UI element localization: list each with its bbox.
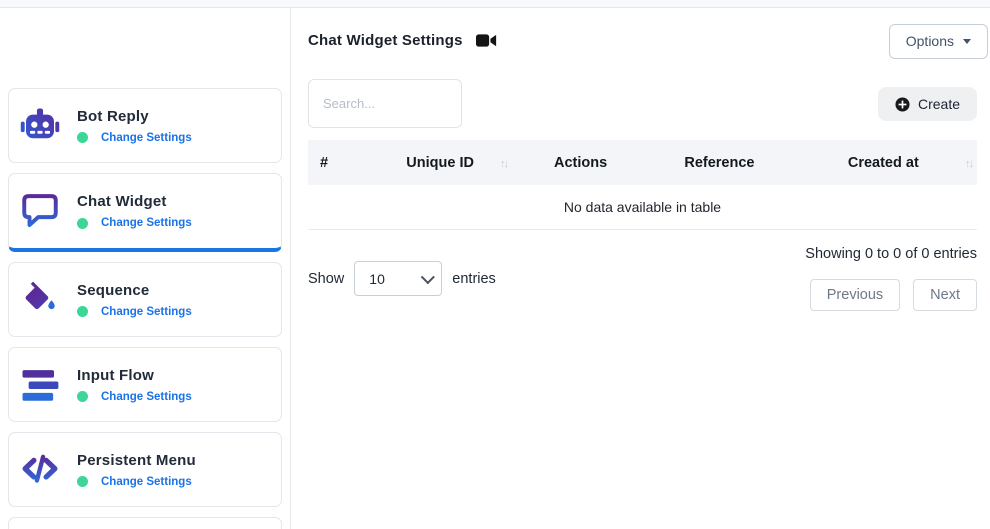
main-header: Chat Widget Settings Options	[308, 25, 977, 59]
paint-bucket-icon	[19, 279, 61, 321]
table-empty-message: No data available in table	[308, 185, 977, 230]
sidebar-card-title: Persistent Menu	[77, 452, 196, 469]
sort-icon[interactable]: ↑↓	[500, 158, 507, 170]
list-bars-icon	[19, 364, 61, 406]
options-button[interactable]: Options	[889, 24, 988, 59]
data-table: # Unique ID ↑↓ Actions Reference Created…	[308, 140, 977, 230]
sidebar-card-title: Sequence	[77, 282, 192, 299]
sidebar-card-text: Sequence Change Settings	[77, 282, 192, 318]
change-settings-link[interactable]: Change Settings	[101, 217, 192, 229]
entries-label: entries	[452, 271, 496, 287]
table-toolbar: Create	[308, 79, 977, 128]
page-size-control: Show 10 entries	[308, 246, 496, 311]
sidebar-card-text: Input Flow Change Settings	[77, 367, 192, 403]
entries-summary: Showing 0 to 0 of 0 entries	[805, 246, 977, 262]
next-page-button[interactable]: Next	[913, 279, 977, 311]
status-dot	[77, 132, 88, 143]
main-panel: Chat Widget Settings Options	[291, 8, 990, 529]
column-header-unique-id[interactable]: Unique ID ↑↓	[368, 155, 512, 171]
column-header-actions: Actions	[512, 155, 649, 171]
sidebar-card-text: Bot Reply Change Settings	[77, 108, 192, 144]
sort-icon[interactable]: ↑↓	[965, 158, 972, 170]
plus-circle-icon	[895, 97, 910, 112]
show-label: Show	[308, 271, 344, 287]
status-dot	[77, 306, 88, 317]
chevron-down-icon	[963, 39, 971, 44]
options-button-label: Options	[906, 33, 954, 49]
search-input[interactable]	[308, 79, 462, 128]
video-camera-icon	[476, 33, 497, 48]
column-header-number: #	[308, 155, 368, 171]
pagination: Previous Next	[810, 279, 977, 311]
table-header-row: # Unique ID ↑↓ Actions Reference Created…	[308, 140, 977, 185]
page-size-select[interactable]: 10	[354, 261, 442, 296]
column-header-created-at[interactable]: Created at ↑↓	[790, 155, 977, 171]
change-settings-link[interactable]: Change Settings	[101, 132, 192, 144]
change-settings-link[interactable]: Change Settings	[101, 476, 192, 488]
sidebar-card-sequence[interactable]: Sequence Change Settings	[8, 262, 282, 337]
previous-page-button[interactable]: Previous	[810, 279, 900, 311]
sidebar-card-text: Chat Widget Change Settings	[77, 193, 192, 229]
sidebar-card-text: Persistent Menu Change Settings	[77, 452, 196, 488]
robot-icon	[19, 105, 61, 147]
status-dot	[77, 391, 88, 402]
change-settings-link[interactable]: Change Settings	[101, 391, 192, 403]
sidebar-card-persistent-menu[interactable]: Persistent Menu Change Settings	[8, 432, 282, 507]
status-dot	[77, 476, 88, 487]
sidebar-card-title: Bot Reply	[77, 108, 192, 125]
sidebar-card-title: Chat Widget	[77, 193, 192, 210]
sidebar: Bot Reply Change Settings Chat Widget	[0, 8, 291, 529]
top-bar	[0, 0, 990, 8]
sidebar-card-input-flow[interactable]: Input Flow Change Settings	[8, 347, 282, 422]
create-button-label: Create	[918, 96, 960, 112]
sidebar-card[interactable]	[8, 517, 282, 529]
column-header-reference: Reference	[649, 155, 789, 171]
status-dot	[77, 218, 88, 229]
change-settings-link[interactable]: Change Settings	[101, 306, 192, 318]
code-icon	[19, 449, 61, 491]
sidebar-card-title: Input Flow	[77, 367, 192, 384]
sidebar-card-chat-widget[interactable]: Chat Widget Change Settings	[8, 173, 282, 252]
page-title: Chat Widget Settings	[308, 32, 463, 49]
page-layout: Bot Reply Change Settings Chat Widget	[0, 8, 990, 529]
create-button[interactable]: Create	[878, 87, 977, 121]
page-size-select-wrap: 10	[354, 261, 442, 296]
sidebar-card-bot-reply[interactable]: Bot Reply Change Settings	[8, 88, 282, 163]
chat-bubble-icon	[19, 190, 61, 232]
table-footer: Show 10 entries Showing 0 to 0 of 0 entr…	[308, 246, 977, 311]
